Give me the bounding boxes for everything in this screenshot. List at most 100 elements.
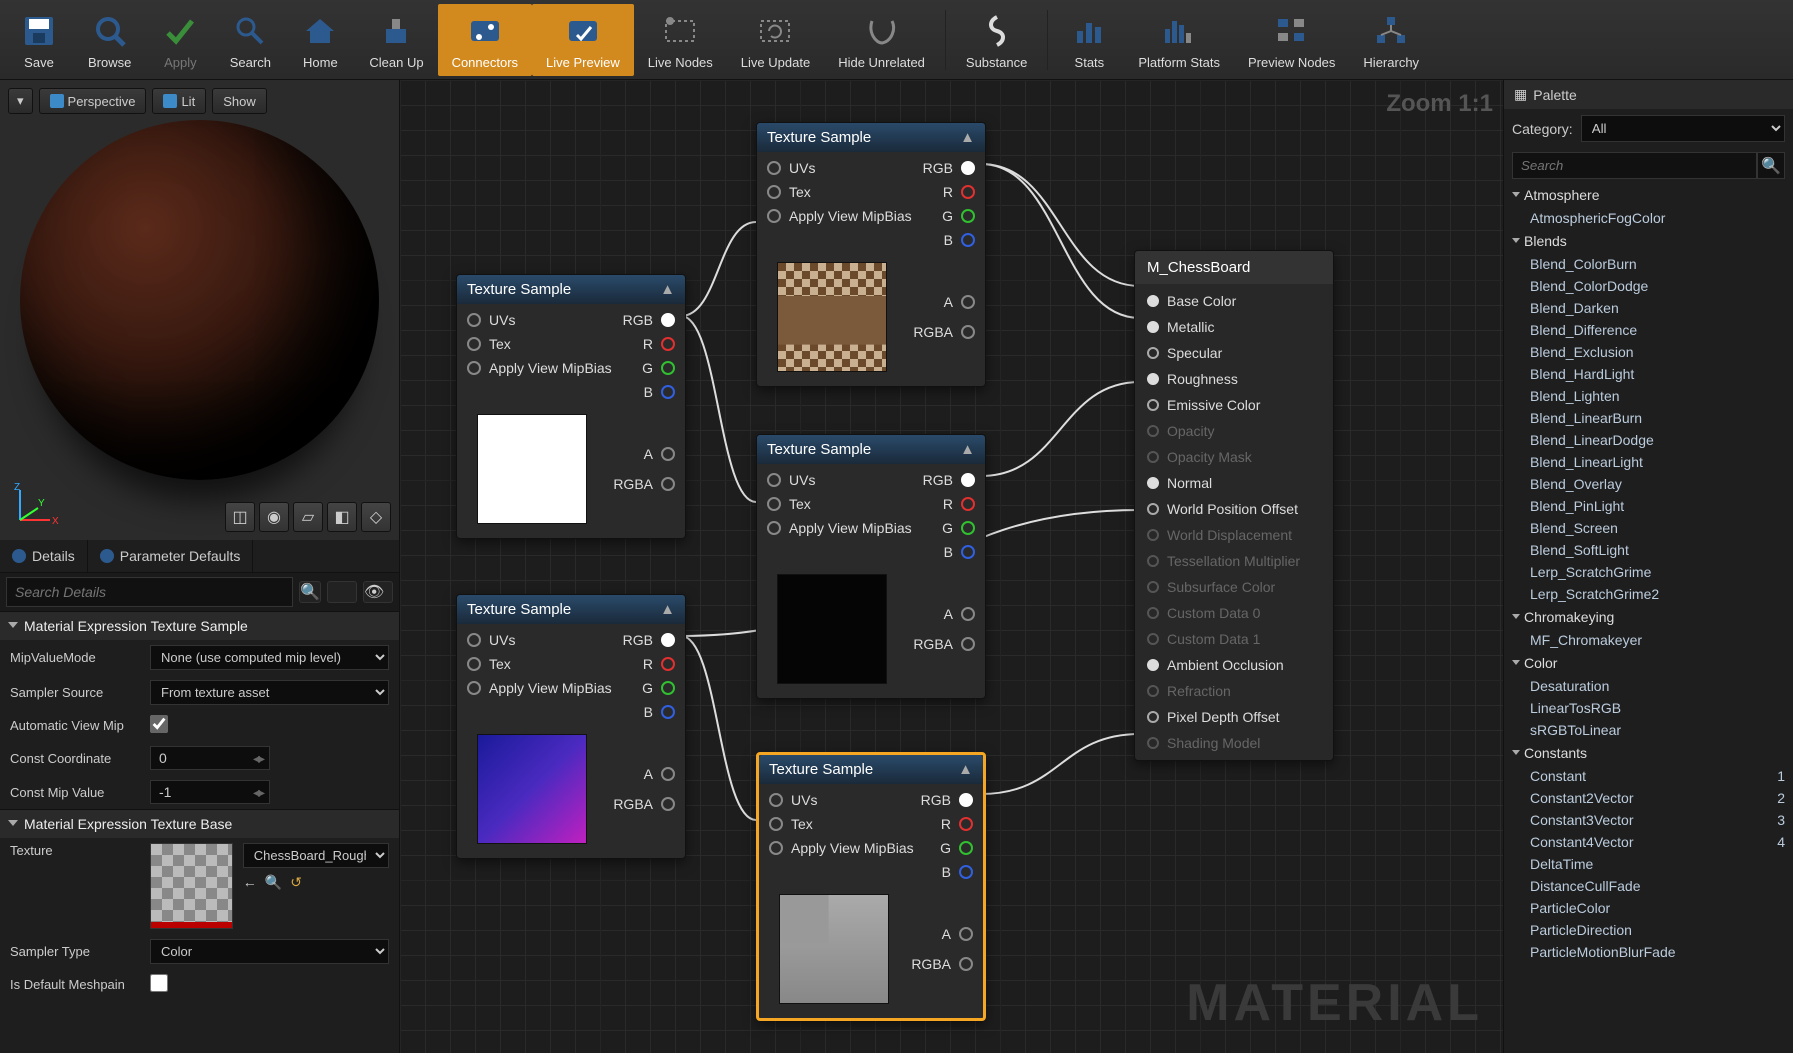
collapse-icon[interactable]: ▲: [660, 281, 675, 298]
palette-item[interactable]: Blend_LinearLight: [1504, 451, 1793, 473]
use-selected-icon[interactable]: ←: [243, 874, 257, 891]
palette-item[interactable]: Lerp_ScratchGrime2: [1504, 583, 1793, 605]
texture-thumbnail[interactable]: [150, 843, 233, 929]
output-pin-a[interactable]: [661, 767, 675, 781]
output-pin-rgba[interactable]: [661, 797, 675, 811]
input-pin[interactable]: [1147, 347, 1159, 359]
input-pin[interactable]: [1147, 451, 1159, 463]
details-grid-icon[interactable]: [327, 581, 357, 603]
reset-icon[interactable]: ↺: [290, 874, 302, 891]
input-pin[interactable]: [1147, 581, 1159, 593]
toolbar-preview-nodes-button[interactable]: Preview Nodes: [1234, 4, 1349, 76]
input-pin[interactable]: [1147, 373, 1159, 385]
output-pin-rgba[interactable]: [661, 477, 675, 491]
output-pin-rgb[interactable]: [961, 161, 975, 175]
node-thumbnail[interactable]: [477, 414, 587, 524]
output-pin-r[interactable]: [959, 817, 973, 831]
palette-item[interactable]: DeltaTime: [1504, 853, 1793, 875]
output-pin-rgba[interactable]: [961, 325, 975, 339]
auto-view-mip-checkbox[interactable]: [150, 715, 168, 733]
palette-item[interactable]: Blend_ColorDodge: [1504, 275, 1793, 297]
details-eye-icon[interactable]: 👁: [363, 581, 393, 603]
output-pin-b[interactable]: [959, 865, 973, 879]
palette-item[interactable]: Blend_SoftLight: [1504, 539, 1793, 561]
palette-item[interactable]: Blend_ColorBurn: [1504, 253, 1793, 275]
input-pin[interactable]: [769, 841, 783, 855]
output-pin-rgb[interactable]: [661, 313, 675, 327]
palette-category[interactable]: Chromakeying: [1504, 605, 1793, 629]
input-pin[interactable]: [1147, 399, 1159, 411]
input-pin[interactable]: [767, 209, 781, 223]
palette-item[interactable]: Blend_LinearBurn: [1504, 407, 1793, 429]
input-pin[interactable]: [1147, 737, 1159, 749]
toolbar-live-preview-button[interactable]: Live Preview: [532, 4, 634, 76]
input-pin[interactable]: [1147, 607, 1159, 619]
output-pin-b[interactable]: [961, 233, 975, 247]
toolbar-clean-up-button[interactable]: Clean Up: [355, 4, 437, 76]
sampler-type-select[interactable]: Color: [150, 939, 389, 964]
palette-item[interactable]: sRGBToLinear: [1504, 719, 1793, 741]
texture-sample-node[interactable]: Texture Sample▲UVsRGBTexRApply View MipB…: [756, 434, 986, 699]
output-pin-b[interactable]: [961, 545, 975, 559]
input-pin[interactable]: [1147, 711, 1159, 723]
output-pin-g[interactable]: [961, 209, 975, 223]
toolbar-hierarchy-button[interactable]: Hierarchy: [1349, 4, 1433, 76]
texture-sample-node[interactable]: Texture Sample▲UVsRGBTexRApply View MipB…: [756, 752, 986, 1021]
node-title[interactable]: Texture Sample▲: [757, 123, 985, 152]
input-pin[interactable]: [767, 521, 781, 535]
toolbar-save-button[interactable]: Save: [4, 4, 74, 76]
input-pin[interactable]: [467, 313, 481, 327]
output-pin-a[interactable]: [961, 607, 975, 621]
palette-item[interactable]: ParticleMotionBlurFade: [1504, 941, 1793, 963]
input-pin[interactable]: [1147, 633, 1159, 645]
node-title[interactable]: Texture Sample▲: [759, 755, 983, 784]
palette-item[interactable]: MF_Chromakeyer: [1504, 629, 1793, 651]
output-pin-g[interactable]: [661, 361, 675, 375]
toolbar-substance-button[interactable]: Substance: [952, 4, 1041, 76]
default-meshpaint-checkbox[interactable]: [150, 974, 168, 992]
palette-item[interactable]: Blend_Exclusion: [1504, 341, 1793, 363]
palette-category[interactable]: Atmosphere: [1504, 183, 1793, 207]
output-pin-b[interactable]: [661, 705, 675, 719]
input-pin[interactable]: [467, 337, 481, 351]
palette-item[interactable]: Blend_Darken: [1504, 297, 1793, 319]
palette-category[interactable]: Color: [1504, 651, 1793, 675]
palette-item[interactable]: Constant2Vector2: [1504, 787, 1793, 809]
node-thumbnail[interactable]: [477, 734, 587, 844]
output-pin-g[interactable]: [959, 841, 973, 855]
node-graph[interactable]: Zoom 1:1 MATERIAL Texture Sample▲UVsRGBT…: [400, 80, 1503, 1053]
const-mip-value-input[interactable]: -1: [150, 780, 270, 804]
toolbar-connectors-button[interactable]: Connectors: [438, 4, 532, 76]
output-pin-rgba[interactable]: [959, 957, 973, 971]
palette-item[interactable]: Constant1: [1504, 765, 1793, 787]
tab-details[interactable]: Details: [0, 540, 88, 572]
output-pin-a[interactable]: [959, 927, 973, 941]
output-pin-r[interactable]: [961, 497, 975, 511]
node-thumbnail[interactable]: [777, 574, 887, 684]
palette-item[interactable]: Blend_HardLight: [1504, 363, 1793, 385]
palette-item[interactable]: AtmosphericFogColor: [1504, 207, 1793, 229]
toolbar-apply-button[interactable]: Apply: [145, 4, 215, 76]
input-pin[interactable]: [1147, 555, 1159, 567]
toolbar-platform-stats-button[interactable]: Platform Stats: [1124, 4, 1234, 76]
input-pin[interactable]: [467, 681, 481, 695]
input-pin[interactable]: [1147, 477, 1159, 489]
tab-parameter-defaults[interactable]: Parameter Defaults: [88, 540, 254, 572]
viewport-options-dropdown[interactable]: ▾: [8, 88, 33, 114]
palette-item[interactable]: Constant3Vector3: [1504, 809, 1793, 831]
preview-viewport[interactable]: ▾ Perspective Lit Show Z X Y ◫ ◉ ▱ ◧ ◇: [0, 80, 399, 540]
input-pin[interactable]: [1147, 295, 1159, 307]
palette-item[interactable]: Blend_Screen: [1504, 517, 1793, 539]
output-pin-g[interactable]: [661, 681, 675, 695]
input-pin[interactable]: [467, 657, 481, 671]
palette-item[interactable]: Constant4Vector4: [1504, 831, 1793, 853]
palette-item[interactable]: Blend_LinearDodge: [1504, 429, 1793, 451]
palette-item[interactable]: ParticleColor: [1504, 897, 1793, 919]
output-pin-r[interactable]: [661, 657, 675, 671]
input-pin[interactable]: [467, 361, 481, 375]
input-pin[interactable]: [1147, 529, 1159, 541]
palette-item[interactable]: LinearTosRGB: [1504, 697, 1793, 719]
palette-item[interactable]: Blend_PinLight: [1504, 495, 1793, 517]
palette-search-input[interactable]: [1512, 152, 1757, 179]
toolbar-hide-unrelated-button[interactable]: Hide Unrelated: [824, 4, 939, 76]
